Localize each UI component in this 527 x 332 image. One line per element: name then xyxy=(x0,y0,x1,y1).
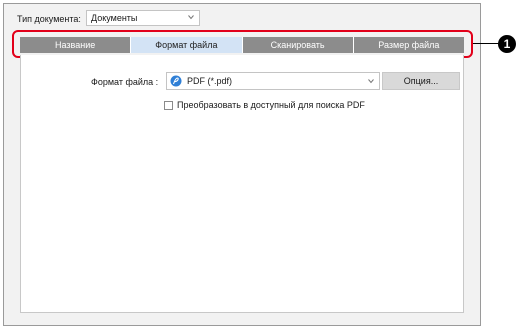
searchable-pdf-checkbox[interactable] xyxy=(164,101,173,110)
pdf-icon xyxy=(170,75,182,87)
tab-scan[interactable]: Сканировать xyxy=(242,37,354,53)
tab-name[interactable]: Название xyxy=(20,37,132,53)
file-format-label: Формат файла : xyxy=(91,77,159,87)
settings-panel xyxy=(20,55,464,313)
document-type-select[interactable]: Документы xyxy=(86,10,200,26)
options-button[interactable]: Опция... xyxy=(382,72,460,90)
searchable-pdf-label[interactable]: Преобразовать в доступный для поиска PDF xyxy=(177,99,365,111)
file-format-value: PDF (*.pdf) xyxy=(187,76,233,86)
file-format-select[interactable]: PDF (*.pdf) xyxy=(166,72,380,90)
tab-file-size[interactable]: Размер файла xyxy=(353,37,464,53)
document-type-label: Тип документа: xyxy=(17,14,81,24)
tab-file-format[interactable]: Формат файла xyxy=(131,37,243,53)
callout-line xyxy=(473,43,499,44)
tab-bar: Название Формат файла Сканировать Размер… xyxy=(20,37,464,53)
chevron-down-icon xyxy=(368,79,374,84)
document-type-value: Документы xyxy=(91,13,138,23)
callout-badge: 1 xyxy=(498,35,516,53)
chevron-down-icon xyxy=(188,15,194,20)
